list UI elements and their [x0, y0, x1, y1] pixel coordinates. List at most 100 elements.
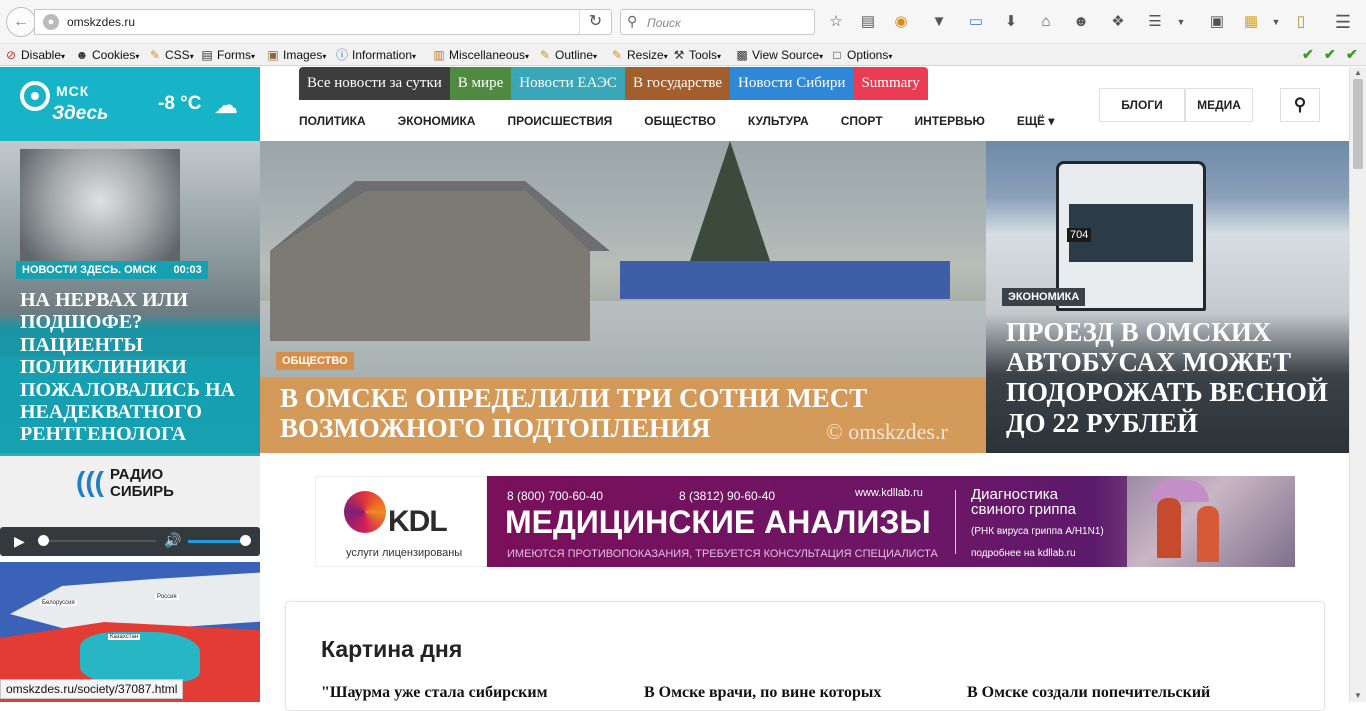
devbar-miscellaneous-menu[interactable]: ▥ Miscellaneous▾: [432, 46, 529, 64]
pencil-icon: ✎: [611, 48, 623, 62]
top-nav-item[interactable]: В государстве: [624, 67, 731, 100]
status-bar: omskzdes.ru/society/37087.html: [0, 679, 184, 699]
category-label: КУЛЬТУРА: [747, 114, 809, 128]
devbar-label: Disable: [21, 48, 62, 62]
devbar-cookies-menu[interactable]: ☻ Cookies▾: [75, 46, 140, 64]
site-logo-block[interactable]: МСК Здесь -8 °C ☁: [0, 67, 260, 141]
left-story-title[interactable]: На нервах или подшофе? Пациенты поликлин…: [20, 289, 252, 446]
category-link[interactable]: ПРОИСШЕСТВИЯ: [507, 111, 612, 131]
category-link[interactable]: ЭКОНОМИКА: [398, 111, 476, 131]
devbar-disable-menu[interactable]: ⊘ Disable▾: [4, 46, 65, 64]
pencil-icon: ✎: [149, 48, 161, 62]
page-icon[interactable]: ▭: [965, 11, 987, 33]
category-label: ЕЩЁ: [1016, 114, 1046, 128]
devbar-tools-menu[interactable]: ⚒ Tools▾: [672, 46, 721, 64]
left-story[interactable]: НОВОСТИ ЗДЕСЬ. ОМСК 00:03 На нервах или …: [0, 141, 260, 527]
news-item[interactable]: В Омске врачи, по вине которых: [644, 684, 881, 702]
devbar-view-source-menu[interactable]: ▩ View Source▾: [735, 46, 823, 64]
seek-track[interactable]: [42, 540, 156, 542]
xray-photo: [20, 149, 180, 279]
logo-line2: Здесь: [52, 103, 109, 124]
devbar-forms-menu[interactable]: ▤ Forms▾: [200, 46, 255, 64]
dropdown-arrow-icon: ▾: [189, 52, 194, 61]
vertical-scrollbar[interactable]: ▲ ▼: [1349, 67, 1366, 702]
screenshot-icon[interactable]: ▣: [1206, 11, 1228, 33]
top-nav-item[interactable]: Новости ЕАЭС: [511, 67, 625, 100]
url-bar[interactable]: ● omskzdes.ru ↻: [34, 9, 612, 35]
category-link[interactable]: ОБЩЕСТВО: [644, 111, 716, 131]
pocket-icon[interactable]: ▼: [928, 11, 950, 33]
scroll-thumb[interactable]: [1353, 79, 1363, 169]
check-icon: ✔: [1324, 46, 1336, 62]
info-icon: ⓘ: [335, 48, 348, 62]
news-item[interactable]: В Омске создали попечительский: [967, 684, 1210, 702]
dropdown-arrow-icon[interactable]: ▼: [1170, 11, 1192, 33]
fir-tree: [690, 141, 770, 261]
person: [1197, 506, 1219, 562]
media-button[interactable]: МЕДИА: [1185, 88, 1253, 122]
ad-brand: KDL: [388, 505, 448, 538]
devbar-resize-menu[interactable]: ✎ Resize▾: [610, 46, 668, 64]
check-icon: ✔: [1302, 46, 1314, 62]
seek-handle[interactable]: [38, 535, 49, 546]
ad-more: подробнее на kdllab.ru: [971, 548, 1076, 559]
scroll-down-icon[interactable]: ▼: [1354, 691, 1362, 700]
options-icon: □: [833, 48, 841, 62]
puzzle-icon[interactable]: ❖: [1107, 11, 1129, 33]
ad-disclaimer: ИМЕЮТСЯ ПРОТИВОПОКАЗАНИЯ, ТРЕБУЕТСЯ КОНС…: [507, 548, 938, 560]
devbar-label: Resize: [627, 48, 664, 62]
devbar-information-menu[interactable]: ⓘ Information▾: [335, 46, 416, 64]
bookmark-star-icon[interactable]: ☆: [825, 11, 847, 33]
top-nav-item[interactable]: В мире: [449, 67, 512, 100]
top-nav-item[interactable]: Summary: [853, 67, 928, 100]
top-nav-item[interactable]: Все новости за сутки: [299, 67, 450, 100]
blogs-button[interactable]: БЛОГИ: [1099, 88, 1185, 122]
map-label: Россия: [155, 594, 179, 600]
ad-site: www.kdllab.ru: [855, 487, 923, 499]
back-button[interactable]: ←: [6, 7, 36, 37]
category-link[interactable]: СПОРТ: [841, 111, 883, 131]
download-icon[interactable]: ⬇: [1000, 11, 1022, 33]
dropdown-arrow-icon: ▾: [593, 52, 598, 61]
category-link[interactable]: ЕЩЁ ▾: [1017, 111, 1055, 131]
category-link[interactable]: КУЛЬТУРА: [748, 111, 809, 131]
news-item[interactable]: "Шаурма уже стала сибирским: [321, 684, 548, 702]
search-input[interactable]: ⚲ Поиск: [620, 9, 815, 35]
devbar-css-menu[interactable]: ✎ CSS▾: [148, 46, 194, 64]
radio-name[interactable]: РАДИО СИБИРЬ: [110, 466, 174, 500]
reading-list-icon[interactable]: ▤: [857, 11, 879, 33]
devbar-images-menu[interactable]: ▣ Images▾: [266, 46, 326, 64]
volume-icon[interactable]: 🔊: [164, 532, 181, 549]
kdl-ad-banner[interactable]: KDL услуги лицензированы 8 (800) 700-60-…: [315, 476, 1295, 567]
dropdown-arrow-icon: ▾: [888, 52, 893, 61]
reload-icon[interactable]: ↻: [579, 10, 611, 34]
web-developer-toolbar: ⊘ Disable▾ ☻ Cookies▾ ✎ CSS▾ ▤ Forms▾ ▣ Images ▾ ⓘ I…: [0, 44, 1366, 66]
scroll-up-icon[interactable]: ▲: [1354, 68, 1362, 77]
scroll-icon[interactable]: ▯: [1290, 11, 1312, 33]
devbar-label: Images: [283, 48, 323, 62]
logo-line1: МСК: [56, 83, 90, 99]
dropdown-arrow-icon: ▾: [525, 52, 530, 61]
category-link[interactable]: ИНТЕРВЬЮ: [915, 111, 985, 131]
play-icon[interactable]: ▶: [14, 533, 25, 550]
image-icon: ▣: [267, 48, 279, 62]
top-nav-item[interactable]: Новости Сибири: [730, 67, 854, 100]
menu-icon[interactable]: ☰: [1332, 11, 1354, 33]
category-link[interactable]: ПОЛИТИКА: [299, 111, 366, 131]
center-story-title[interactable]: В Омске определили три сотни мест возмож…: [280, 383, 920, 443]
right-story-title[interactable]: Проезд в омских автобусах может подорожа…: [1006, 317, 1336, 438]
notes-icon[interactable]: ▦: [1240, 11, 1262, 33]
devbar-options-menu[interactable]: □ Options▾: [830, 46, 892, 64]
chat-icon[interactable]: ☻: [1070, 11, 1092, 33]
site-search-icon[interactable]: ⚲: [1280, 88, 1320, 122]
dropdown-arrow-icon[interactable]: ▼: [1265, 11, 1287, 33]
center-story[interactable]: ОБЩЕСТВО В Омске определили три сотни ме…: [260, 141, 986, 453]
volume-slider[interactable]: [188, 540, 244, 543]
right-story[interactable]: 704 ЭКОНОМИКА Проезд в омских автобусах …: [986, 141, 1349, 453]
clipboard-icon[interactable]: ☰: [1144, 11, 1166, 33]
home-icon[interactable]: ⌂: [1035, 11, 1057, 33]
firebug-icon[interactable]: ◉: [890, 11, 912, 33]
devbar-label: Miscellaneous: [449, 48, 526, 62]
devbar-outline-menu[interactable]: ✎ Outline▾: [538, 46, 597, 64]
volume-handle[interactable]: [240, 535, 251, 546]
